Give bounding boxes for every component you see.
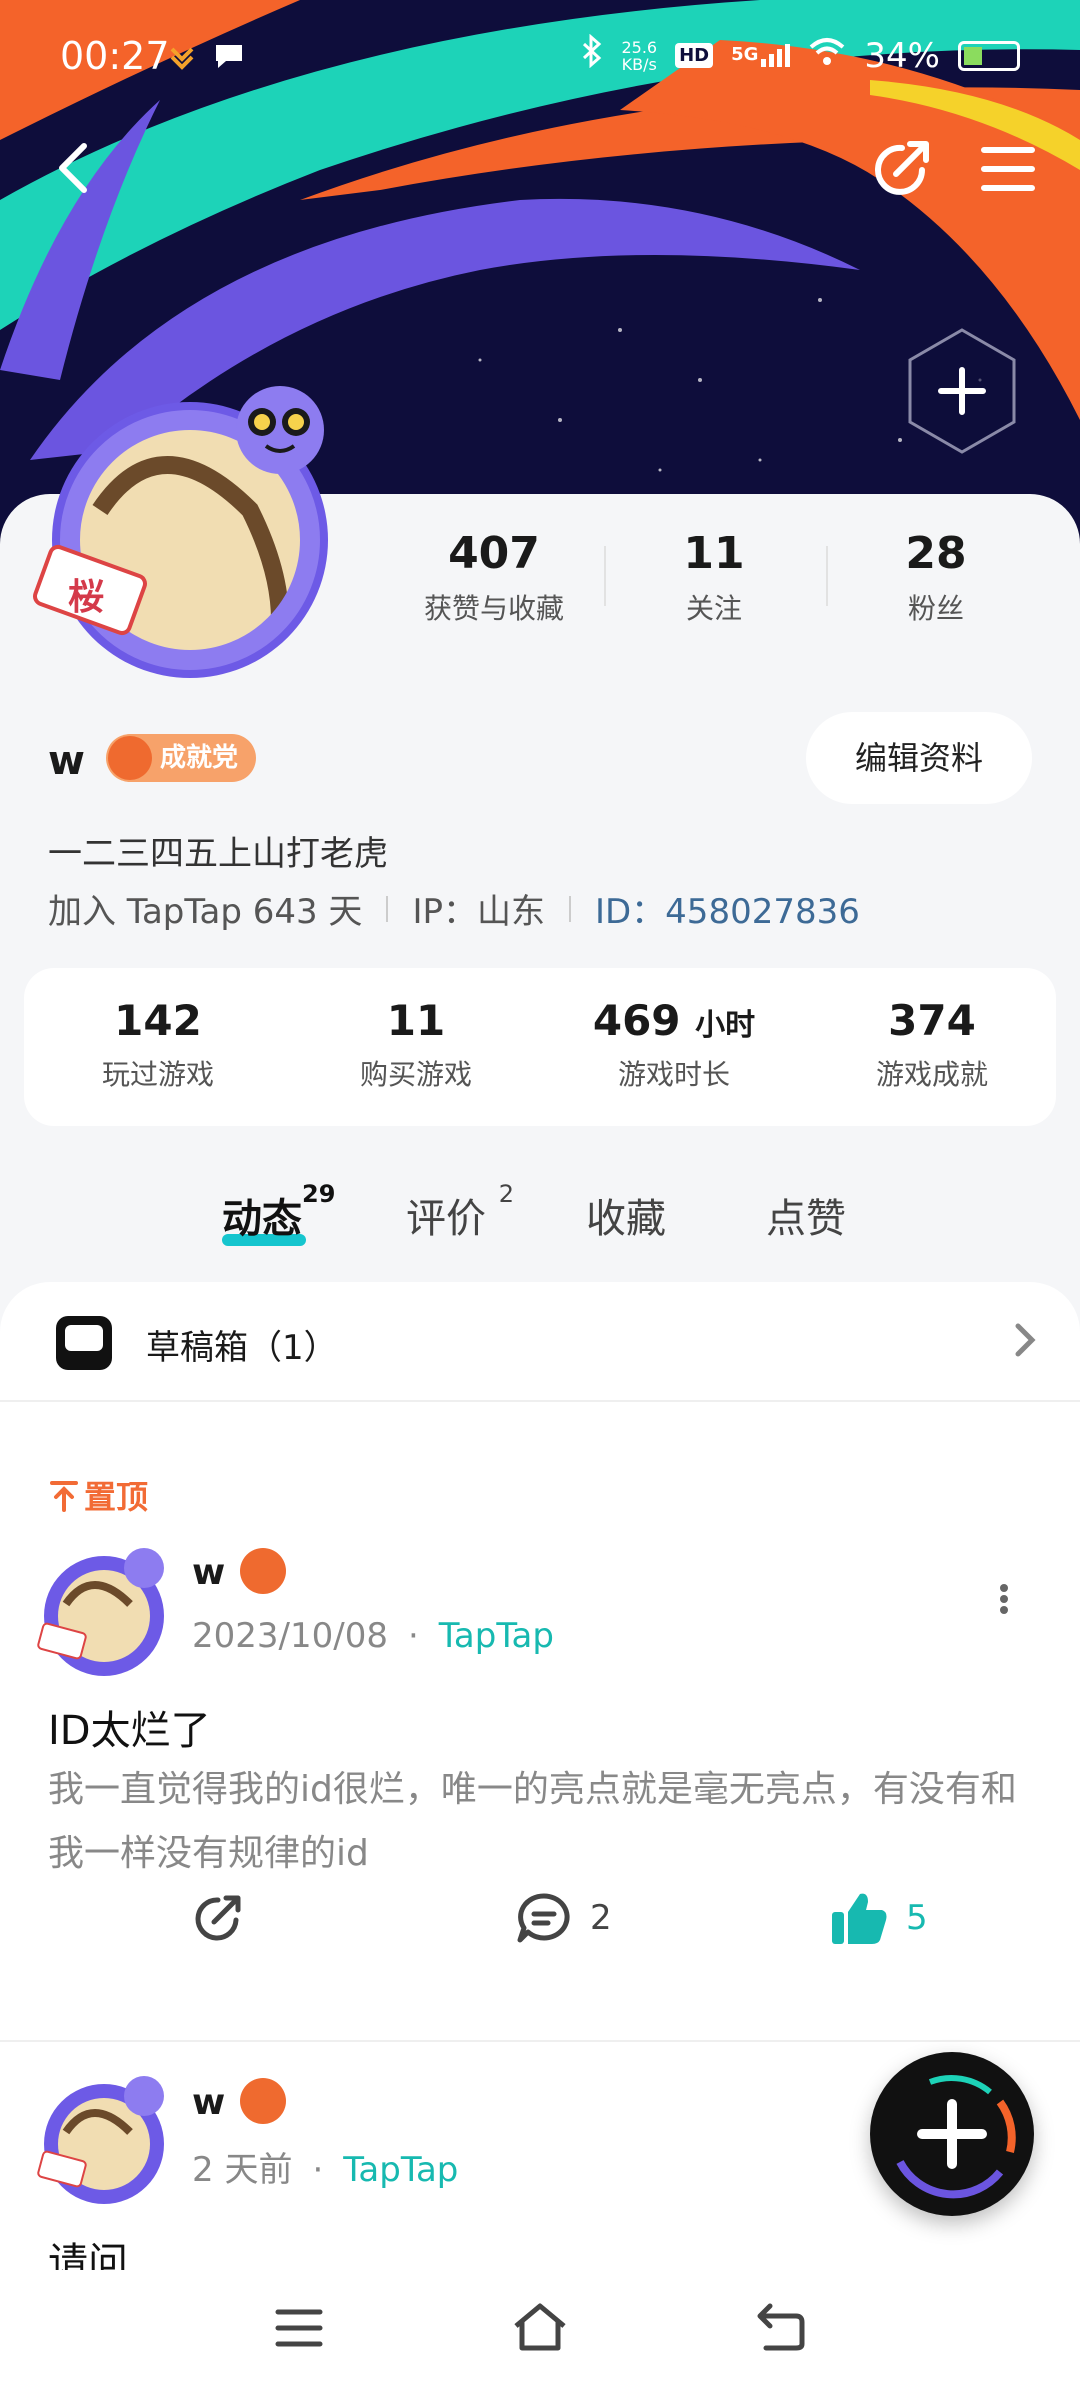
create-post-button[interactable] [870, 2052, 1034, 2216]
divider [568, 895, 571, 922]
stat-likes[interactable]: 407 获赞与收藏 [404, 528, 584, 627]
menu-icon[interactable] [980, 144, 1036, 198]
bluetooth-icon [581, 33, 603, 77]
post-author[interactable]: w [192, 1552, 225, 1593]
stat-followers[interactable]: 28 粉丝 [846, 528, 1026, 627]
game-stats-card: 142 玩过游戏 11 购买游戏 469 小时 游戏时长 374 游戏成就 [24, 968, 1056, 1126]
profile-meta: 加入 TapTap 643 天 IP：山东 ID：458027836 [48, 884, 860, 933]
avatar[interactable]: 桜 [30, 370, 360, 700]
like-button[interactable]: 5 [830, 1890, 928, 1946]
divider [386, 895, 389, 922]
back-nav-icon[interactable] [752, 2300, 808, 2358]
join-days: 加入 TapTap 643 天 [48, 892, 363, 932]
user-id[interactable]: ID：458027836 [595, 884, 860, 933]
thumbs-up-icon [832, 1893, 887, 1944]
battery-percent: 34% [864, 35, 940, 76]
edit-profile-button[interactable]: 编辑资料 [806, 712, 1032, 804]
post-body: 我一直觉得我的id很烂，唯一的亮点就是毫无亮点，有没有和我一样没有规律的id [48, 1769, 1017, 1874]
tab-activity[interactable]: 动态29 [222, 1180, 335, 1244]
hd-icon: HD [675, 43, 714, 68]
network-speed: 25.6 KB/s [621, 37, 658, 74]
feed: 草稿箱（1） 置顶 w 2023/10/08·TapTap ID太烂了 我一 [0, 1282, 1080, 2400]
plus-icon [896, 2075, 1016, 2199]
more-options-icon[interactable] [998, 1582, 1010, 1620]
pin-icon [50, 1481, 78, 1512]
stat-achievements[interactable]: 374 游戏成就 [812, 996, 1052, 1093]
chevron-right-icon [1010, 1312, 1040, 1372]
post-title: ID太烂了 [48, 1708, 211, 1754]
tab-favorites[interactable]: 收藏 [586, 1186, 666, 1244]
achievement-icon [240, 1548, 286, 1594]
stat-following[interactable]: 11 关注 [624, 528, 804, 627]
stat-played-games[interactable]: 142 玩过游戏 [38, 996, 278, 1093]
comment-button[interactable]: 2 [514, 1890, 612, 1946]
wifi-icon [808, 36, 846, 76]
post-avatar[interactable] [36, 2070, 176, 2210]
share-icon[interactable] [866, 134, 936, 208]
post-meta: 2 天前 · TapTap [192, 2150, 459, 2190]
cellular-signal-icon: 5G [731, 44, 791, 67]
drafts-row[interactable]: 草稿箱（1） [0, 1282, 1080, 1402]
inbox-icon [56, 1316, 112, 1370]
comment-icon [517, 1893, 570, 1943]
status-bar: 00:27 25.6 KB/s HD 5G 34% [0, 0, 1080, 110]
share-icon [195, 1895, 241, 1941]
avatar-tag: 桜 [68, 577, 105, 618]
system-nav-bar [0, 2270, 1080, 2400]
tab-likes[interactable]: 点赞 [766, 1186, 846, 1244]
post-author[interactable]: w [192, 2082, 225, 2123]
back-icon[interactable] [54, 140, 94, 200]
divider [604, 546, 606, 606]
recents-icon[interactable] [274, 2306, 324, 2354]
username: w [48, 738, 85, 784]
post-avatar[interactable] [36, 1542, 176, 1682]
stat-purchased-games[interactable]: 11 购买游戏 [296, 996, 536, 1093]
like-count: 5 [906, 1898, 928, 1938]
home-icon[interactable] [510, 2300, 570, 2358]
comment-count: 2 [590, 1898, 612, 1938]
pinned-label: 置顶 [50, 1472, 148, 1518]
achievement-badge[interactable]: 成就党 [106, 734, 257, 782]
post-meta: 2023/10/08 · TapTap [192, 1616, 554, 1656]
battery-icon [958, 40, 1020, 71]
ip-location: IP：山东 [412, 892, 545, 932]
divider [826, 546, 828, 606]
share-button[interactable] [190, 1890, 246, 1946]
drafts-label: 草稿箱（1） [146, 1328, 338, 1368]
app-notification-icon [168, 40, 198, 70]
stat-play-time[interactable]: 469 小时 游戏时长 [554, 996, 794, 1093]
trophy-icon [108, 736, 152, 780]
add-friend-hex-button[interactable] [904, 326, 1020, 460]
message-notification-icon [212, 40, 246, 80]
bio: 一二三四五上山打老虎 [48, 834, 388, 874]
tab-reviews[interactable]: 评价 2 [406, 1180, 514, 1244]
achievement-icon [240, 2078, 286, 2124]
clock: 00:27 [60, 34, 170, 78]
